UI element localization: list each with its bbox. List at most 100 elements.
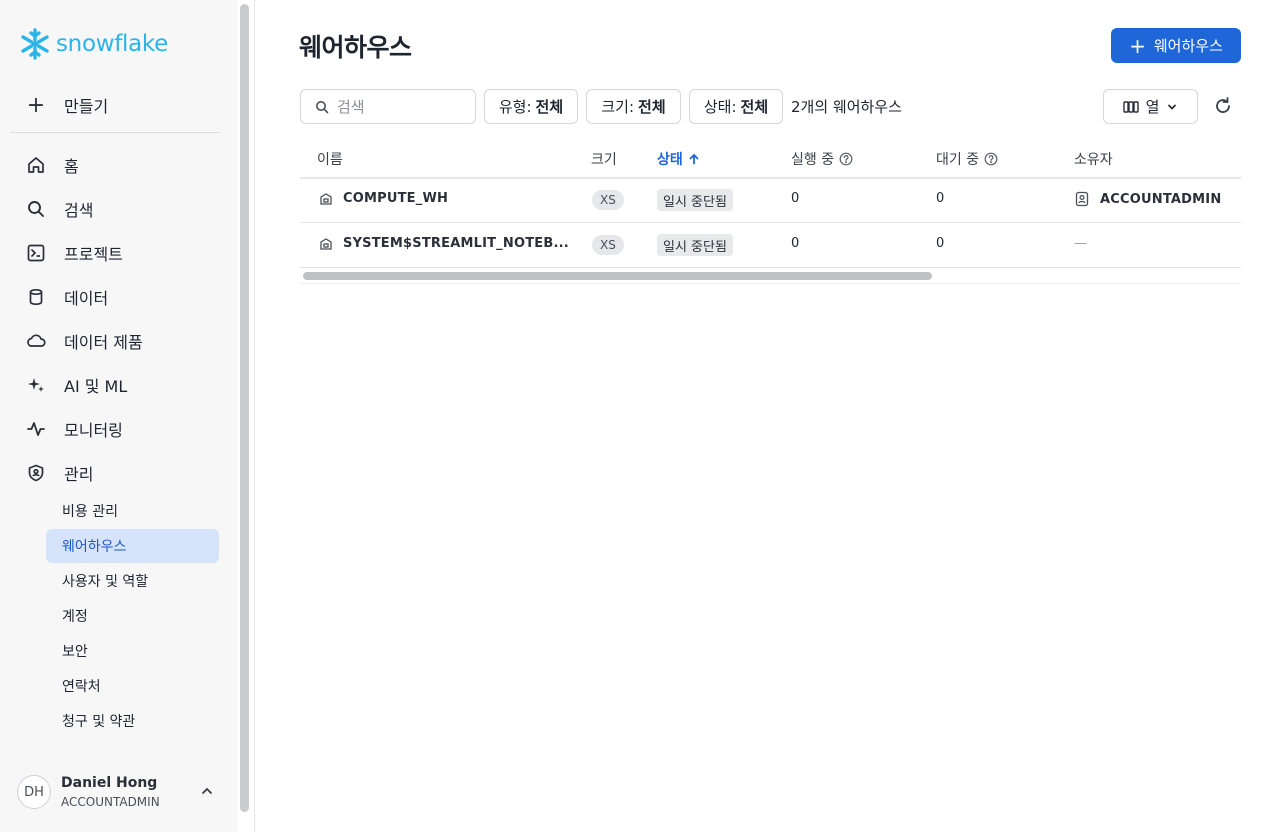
help-icon[interactable] — [984, 152, 998, 166]
column-header-owner[interactable]: 소유자 — [1074, 149, 1113, 169]
column-header-queued[interactable]: 대기 중 — [936, 149, 998, 169]
queued-count: 0 — [936, 191, 945, 206]
columns-icon — [1122, 100, 1139, 113]
user-menu[interactable]: DH Daniel Hong ACCOUNTADMIN — [17, 772, 222, 812]
home-icon — [24, 153, 48, 177]
columns-button[interactable]: 열 — [1103, 89, 1198, 124]
filter-size[interactable]: 크기: 전체 — [586, 89, 681, 124]
user-name: Daniel Hong — [61, 775, 158, 791]
sidebar-item-data[interactable]: 데이터 — [24, 282, 224, 312]
filter-size-label: 크기: — [601, 98, 635, 116]
chevron-up-icon — [202, 787, 212, 794]
refresh-icon[interactable] — [1212, 95, 1234, 117]
page-title: 웨어하우스 — [299, 33, 412, 62]
column-header-size[interactable]: 크기 — [591, 149, 617, 169]
column-header-running[interactable]: 실행 중 — [791, 149, 853, 169]
sidebar-item-admin[interactable]: 관리 — [24, 458, 224, 488]
warehouse-name: COMPUTE_WH — [343, 191, 449, 206]
database-icon — [24, 285, 48, 309]
warehouse-name-cell[interactable]: COMPUTE_WH — [319, 191, 448, 206]
owner-name: ACCOUNTADMIN — [1100, 191, 1222, 207]
sidebar-item-label: 검색 — [64, 201, 94, 220]
column-header-owner-label: 소유자 — [1074, 152, 1113, 168]
search-icon — [24, 197, 48, 221]
snowflake-logo[interactable]: snowflake — [18, 26, 168, 62]
sidebar-subitem-billing-terms[interactable]: 청구 및 약관 — [46, 704, 219, 738]
sidebar-item-home[interactable]: 홈 — [24, 150, 224, 180]
plus-icon: + — [1129, 33, 1146, 58]
sidebar-subitem-contacts[interactable]: 연락처 — [46, 669, 219, 703]
sidebar-item-data-products[interactable]: 데이터 제품 — [24, 326, 224, 356]
column-header-name-label: 이름 — [317, 152, 343, 168]
column-header-name[interactable]: 이름 — [317, 149, 343, 169]
sidebar-item-label: 데이터 — [64, 289, 109, 308]
sidebar-item-search[interactable]: 검색 — [24, 194, 224, 224]
filter-status-value: 전체 — [740, 98, 769, 116]
column-header-queued-label: 대기 중 — [936, 152, 980, 168]
table-bottom-border — [300, 283, 1241, 284]
sidebar-item-label: 모니터링 — [64, 421, 123, 440]
search-icon — [316, 100, 329, 113]
sidebar-subitem-cost-management[interactable]: 비용 관리 — [46, 494, 219, 528]
columns-label: 열 — [1145, 98, 1160, 116]
sidebar-subitem-warehouses[interactable]: 웨어하우스 — [46, 529, 219, 563]
sparkle-icon — [24, 373, 48, 397]
warehouse-name-cell[interactable]: SYSTEM$STREAMLIT_NOTEB... — [319, 236, 569, 251]
warehouse-name: SYSTEM$STREAMLIT_NOTEB... — [343, 236, 569, 251]
cloud-icon — [24, 329, 48, 353]
sidebar-scrollbar[interactable] — [240, 4, 249, 812]
owner-cell: ACCOUNTADMIN — [1074, 191, 1221, 207]
sidebar-subitem-users-roles[interactable]: 사용자 및 역할 — [46, 564, 219, 598]
filter-type-label: 유형: — [498, 98, 532, 116]
user-role: ACCOUNTADMIN — [61, 795, 160, 809]
filter-type[interactable]: 유형: 전체 — [484, 89, 578, 124]
sidebar: snowflake + 만들기 홈 검색 프로젝트 데이터 데이터 제품 AI … — [0, 0, 238, 832]
column-header-status-label: 상태 — [657, 152, 683, 168]
create-warehouse-button[interactable]: + 웨어하우스 — [1111, 28, 1241, 63]
sidebar-item-label: 관리 — [64, 465, 94, 484]
sort-arrow-up-icon — [689, 153, 699, 165]
snowflake-logo-icon — [21, 28, 49, 60]
sidebar-item-ai-ml[interactable]: AI 및 ML — [24, 370, 224, 400]
help-icon[interactable] — [839, 152, 853, 166]
sidebar-subitem-accounts[interactable]: 계정 — [46, 599, 219, 633]
filter-type-value: 전체 — [535, 98, 564, 116]
owner-empty: — — [1074, 236, 1087, 251]
running-count: 0 — [791, 236, 800, 251]
column-header-status[interactable]: 상태 — [657, 149, 700, 169]
size-badge: XS — [592, 190, 624, 210]
column-header-size-label: 크기 — [591, 152, 617, 168]
filter-status-label: 상태: — [703, 98, 737, 116]
avatar: DH — [17, 775, 51, 809]
size-badge: XS — [592, 235, 624, 255]
activity-icon — [24, 417, 48, 441]
plus-icon: + — [26, 92, 46, 118]
running-count: 0 — [791, 191, 800, 206]
filter-status[interactable]: 상태: 전체 — [689, 89, 783, 124]
role-icon — [1075, 191, 1089, 207]
sidebar-item-label: AI 및 ML — [64, 377, 128, 396]
filter-size-value: 전체 — [638, 98, 666, 116]
create-button[interactable]: + 만들기 — [24, 90, 108, 120]
horizontal-scrollbar[interactable] — [303, 272, 932, 280]
sidebar-item-projects[interactable]: 프로젝트 — [24, 238, 224, 268]
warehouse-count: 2개의 웨어하우스 — [791, 98, 902, 116]
sidebar-border — [254, 0, 255, 832]
search-box[interactable] — [300, 89, 476, 124]
status-badge: 일시 중단됨 — [657, 234, 733, 256]
column-header-running-label: 실행 중 — [791, 152, 835, 168]
sidebar-item-label: 홈 — [64, 157, 79, 176]
terminal-icon — [24, 241, 48, 265]
queued-count: 0 — [936, 236, 945, 251]
create-label: 만들기 — [64, 97, 109, 116]
sidebar-item-monitoring[interactable]: 모니터링 — [24, 414, 224, 444]
sidebar-subitem-security[interactable]: 보안 — [46, 634, 219, 668]
chevron-down-icon — [1168, 104, 1177, 110]
shield-icon — [24, 461, 48, 485]
status-badge: 일시 중단됨 — [657, 189, 733, 211]
create-warehouse-label: 웨어하우스 — [1153, 37, 1223, 55]
search-input[interactable] — [337, 97, 467, 116]
warehouse-icon — [320, 192, 332, 205]
sidebar-item-label: 프로젝트 — [64, 245, 123, 264]
warehouse-icon — [320, 237, 332, 250]
